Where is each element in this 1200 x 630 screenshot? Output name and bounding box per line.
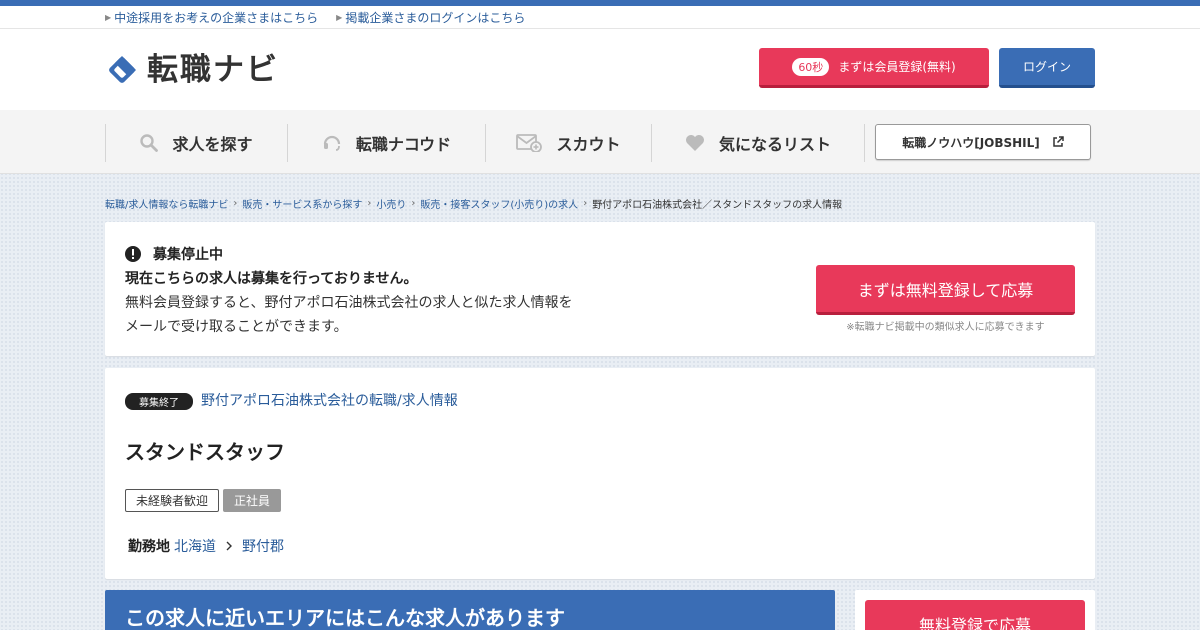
exclamation-circle-icon <box>125 246 141 262</box>
mail-plus-icon <box>516 134 543 152</box>
logo-text: 転職ナビ <box>147 52 279 88</box>
side-apply-card: 無料登録で応募 <box>855 590 1095 630</box>
chevron-right-icon: › <box>367 198 372 209</box>
employer-login-link-label: 掲載企業さまのログインはこちら <box>345 10 526 25</box>
nav-item-label: 転職ナコウド <box>355 135 452 154</box>
main-nav: 求人を探す 転職ナコウド スカウト 気になるリスト 転職ノウハウ[JOBSHIL… <box>0 110 1200 174</box>
logo-mark-icon <box>105 53 139 87</box>
register-button[interactable]: 60秒 まずは会員登録(無料) <box>759 48 989 88</box>
nearby-jobs-heading: この求人に近いエリアにはこんな求人があります <box>105 590 835 630</box>
recruitment-ended-badge: 募集終了 <box>125 393 193 410</box>
location-label: 勤務地 <box>128 539 170 555</box>
utility-bar: ▶ 中途採用をお考えの企業さまはこちら ▶ 掲載企業さまのログインはこちら <box>0 6 1200 29</box>
search-icon <box>140 134 159 152</box>
job-summary-card: 募集終了 野付アポロ石油株式会社の転職/求人情報 スタンドスタッフ 未経験者歓迎… <box>105 368 1095 579</box>
headset-icon <box>322 133 342 153</box>
sixty-seconds-badge: 60秒 <box>792 57 830 76</box>
register-and-apply-label: まずは無料登録して応募 <box>857 280 1034 300</box>
employer-login-link[interactable]: ▶ 掲載企業さまのログインはこちら <box>336 9 525 26</box>
site-logo[interactable]: 転職ナビ <box>105 53 279 87</box>
status-text: 募集停止中 <box>153 247 223 263</box>
chevron-right-icon: › <box>411 198 416 209</box>
breadcrumb-link[interactable]: 小売り <box>376 196 406 211</box>
location-prefecture-link[interactable]: 北海道 <box>174 536 216 556</box>
side-apply-label: 無料登録で応募 <box>918 616 1031 630</box>
recruitment-stopped-card: 募集停止中 現在こちらの求人は募集を行っておりません。 無料会員登録すると、野付… <box>105 222 1095 356</box>
breadcrumb-current: 野付アポロ石油株式会社／スタンドスタッフの求人情報 <box>592 200 843 211</box>
external-link-icon <box>1052 136 1064 148</box>
nav-item-label: 求人を探す <box>172 135 253 154</box>
location-city-link[interactable]: 野付郡 <box>242 536 284 556</box>
breadcrumb-link[interactable]: 転職/求人情報なら転職ナビ <box>105 196 228 211</box>
breadcrumb-link[interactable]: 販売・接客スタッフ(小売り)の求人 <box>420 196 578 211</box>
nav-item-scout[interactable]: スカウト <box>485 124 651 162</box>
login-button[interactable]: ログイン <box>999 48 1095 88</box>
nav-item-favorites[interactable]: 気になるリスト <box>651 124 865 162</box>
work-location: 勤務地 北海道 野付郡 <box>128 536 284 556</box>
register-button-label: まずは会員登録(無料) <box>838 60 956 74</box>
company-jobs-link[interactable]: 野付アポロ石油株式会社の転職/求人情報 <box>201 390 458 410</box>
recruitment-status: 募集停止中 <box>125 244 223 264</box>
chevron-right-icon: › <box>233 198 238 209</box>
breadcrumb-link[interactable]: 販売・サービス系から探す <box>242 196 362 211</box>
employer-recruit-link-label: 中途採用をお考えの企業さまはこちら <box>114 10 319 25</box>
nav-item-label: スカウト <box>556 135 621 154</box>
breadcrumb: 転職/求人情報なら転職ナビ › 販売・サービス系から探す › 小売り › 販売・… <box>105 196 842 211</box>
site-header: 転職ナビ 60秒 まずは会員登録(無料) ログイン <box>0 29 1200 110</box>
login-button-label: ログイン <box>1022 60 1071 74</box>
caret-right-icon: ▶ <box>336 12 343 22</box>
chevron-right-icon <box>225 541 233 551</box>
notice-headline: 現在こちらの求人は募集を行っておりません。 <box>125 271 418 287</box>
jobshil-label: 転職ノウハウ[JOBSHIL] <box>902 135 1040 150</box>
register-and-apply-button[interactable]: まずは無料登録して応募 <box>816 265 1075 315</box>
tag-no-experience: 未経験者歓迎 <box>125 489 220 512</box>
notice-line-2: メールで受け取ることができます。 <box>125 319 348 335</box>
heart-icon <box>685 134 705 152</box>
jobshil-external-button[interactable]: 転職ノウハウ[JOBSHIL] <box>875 124 1091 160</box>
nav-item-nakoudo[interactable]: 転職ナコウド <box>287 124 485 162</box>
caret-right-icon: ▶ <box>105 12 112 22</box>
employer-recruit-link[interactable]: ▶ 中途採用をお考えの企業さまはこちら <box>105 9 318 26</box>
notice-line-1: 無料会員登録すると、野付アポロ石油株式会社の求人と似た求人情報を <box>125 295 573 311</box>
chevron-right-icon: › <box>583 198 588 209</box>
job-title: スタンドスタッフ <box>125 440 285 464</box>
apply-note: ※転職ナビ掲載中の類似求人に応募できます <box>846 322 1045 333</box>
side-apply-button[interactable]: 無料登録で応募 <box>865 600 1085 630</box>
tag-full-time: 正社員 <box>223 489 282 512</box>
nav-item-search-jobs[interactable]: 求人を探す <box>105 124 287 162</box>
nav-item-label: 気になるリスト <box>718 135 831 154</box>
